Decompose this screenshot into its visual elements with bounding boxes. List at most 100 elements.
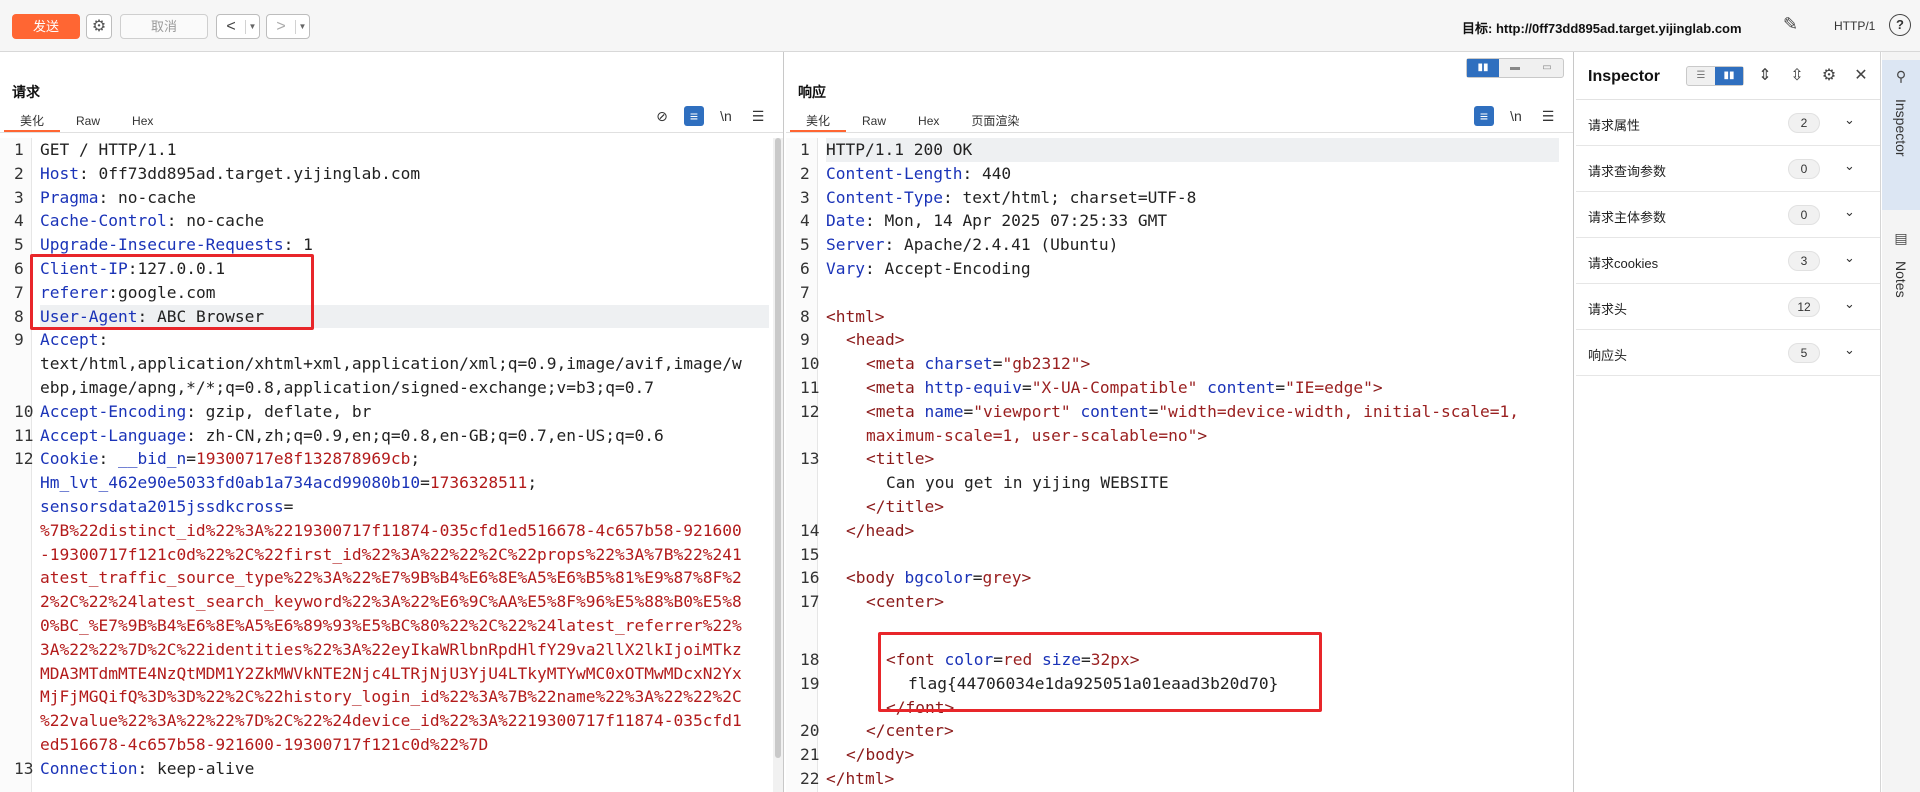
token: <title> (866, 449, 935, 469)
request-editor[interactable]: 1 GET / HTTP/1.1 2 Host: 0ff73dd895ad.targe… (0, 138, 773, 792)
token: ed516678-4c657b58-921600-19300717f121c0d… (40, 734, 489, 754)
wrap-lines-icon[interactable]: ≡ (1474, 106, 1494, 126)
inspector-section-row[interactable]: 请求主体参数 0 ⌄ (1576, 192, 1880, 238)
line-text: MDA3MTdmMTE4NzQtMDM1Y2ZkMWVkNTE2Njc4LTRj… (40, 662, 742, 686)
line-text: atest_traffic_source_type%22%3A%22%E7%9B… (40, 566, 742, 590)
hide-non-printable-icon[interactable]: ⊘ (652, 106, 672, 126)
chevron-down-icon[interactable]: ⌄ (1844, 250, 1855, 266)
line-number: 4 (800, 211, 810, 231)
request-scrollbar[interactable] (773, 138, 783, 792)
token: grey (982, 568, 1022, 588)
response-tab-raw[interactable]: Raw (846, 110, 902, 132)
token: "gb2312" (1002, 354, 1081, 374)
line-text: ed516678-4c657b58-921600-19300717f121c0d… (40, 733, 488, 757)
line-number: 9 (14, 330, 24, 350)
expand-all-icon[interactable]: ⇕ (1754, 65, 1776, 85)
layout-view-switch[interactable]: ▮▮ ▬ ▭ (1466, 58, 1564, 78)
token: http-equiv (924, 377, 1022, 397)
sidebar-tab-inspector[interactable]: ⚲ Inspector (1882, 60, 1920, 210)
send-button[interactable]: 发送 (12, 14, 80, 39)
wrap-lines-icon[interactable]: ≡ (684, 106, 704, 126)
token: <body (846, 568, 905, 588)
collapse-all-icon[interactable]: ⇳ (1786, 65, 1808, 85)
inspector-list-icon[interactable]: ☰ (1687, 67, 1715, 85)
code-line: maximum-scale=1, user-scalable=no"> (826, 424, 1559, 448)
forward-arrow-icon[interactable]: > (267, 18, 295, 36)
request-editor-tools: ⊘ ≡ \n ☰ (652, 106, 768, 126)
help-icon[interactable]: ? (1889, 14, 1911, 36)
response-tab-render[interactable]: 页面渲染 (955, 110, 1035, 132)
line-number: 3 (800, 187, 810, 207)
code-line: 9 Accept: (14, 328, 769, 352)
settings-gear-icon[interactable]: ⚙ (86, 14, 112, 39)
inspector-split-icon[interactable]: ▮▮ (1715, 67, 1743, 85)
token: <html> (826, 306, 885, 326)
code-line: 2 Host: 0ff73dd895ad.target.yijinglab.com (14, 162, 769, 186)
menu-icon[interactable]: ☰ (1538, 106, 1558, 126)
chevron-down-icon[interactable]: ⌄ (1844, 112, 1855, 128)
token: > (1197, 425, 1208, 445)
chevron-down-icon[interactable]: ⌄ (1844, 158, 1855, 174)
layout-tabs-icon[interactable]: ▭ (1531, 59, 1563, 77)
forward-nav-group[interactable]: > ▼ (266, 14, 310, 39)
line-text: %22value%22%3A%22%22%7D%2C%22%24device_i… (40, 709, 742, 733)
code-line: MDA3MTdmMTE4NzQtMDM1Y2ZkMWVkNTE2Njc4LTRj… (40, 662, 769, 686)
line-number: 6 (14, 258, 24, 278)
token: Date (826, 211, 865, 231)
layout-stacked-icon[interactable]: ▬ (1499, 59, 1531, 77)
line-number: 7 (800, 282, 810, 302)
inspector-section-label: 请求cookies (1588, 256, 1659, 271)
layout-side-by-side-icon[interactable]: ▮▮ (1467, 59, 1499, 77)
line-text: MjFjMGQifQ%3D%3D%22%2C%22history_login_i… (40, 685, 742, 709)
request-tab-pretty[interactable]: 美化 (4, 110, 61, 132)
line-text: Vary: Accept-Encoding (826, 257, 1031, 281)
inspector-section-row[interactable]: 响应头 5 ⌄ (1576, 330, 1880, 376)
menu-icon[interactable]: ☰ (748, 106, 768, 126)
request-tab-hex[interactable]: Hex (116, 110, 169, 132)
inspector-section-row[interactable]: 请求cookies 3 ⌄ (1576, 238, 1880, 284)
chevron-down-icon[interactable]: ⌄ (1844, 342, 1855, 358)
response-tab-pretty[interactable]: 美化 (790, 110, 847, 132)
inspector-section-count: 0 (1788, 159, 1820, 179)
back-dropdown-caret-icon[interactable]: ▼ (245, 19, 259, 34)
inspector-settings-gear-icon[interactable]: ⚙ (1818, 65, 1840, 85)
token: = (186, 449, 196, 469)
line-text (826, 543, 836, 567)
request-tab-raw[interactable]: Raw (60, 110, 116, 132)
request-scrollbar-thumb[interactable] (775, 138, 781, 758)
cancel-button[interactable]: 取消 (120, 14, 208, 39)
token: > (1372, 377, 1383, 397)
inspector-section-row[interactable]: 请求头 12 ⌄ (1576, 284, 1880, 330)
request-code[interactable]: 1 GET / HTTP/1.1 2 Host: 0ff73dd895ad.targe… (14, 138, 769, 781)
close-icon[interactable]: ✕ (1850, 65, 1872, 85)
inspector-layout-toggle[interactable]: ☰ ▮▮ (1686, 66, 1744, 86)
back-nav-group[interactable]: < ▼ (216, 14, 260, 39)
line-number: 10 (14, 401, 34, 421)
chevron-down-icon[interactable]: ⌄ (1844, 296, 1855, 312)
token: 0%BC_%E7%9B%B4%E6%8E%A5%E6%89%93%E5%BC%8… (40, 615, 742, 635)
token: <meta (866, 377, 925, 397)
inspector-section-row[interactable]: 请求查询参数 0 ⌄ (1576, 146, 1880, 192)
code-line: %7B%22distinct_id%22%3A%2219300717f11874… (40, 519, 769, 543)
sidebar-tab-notes[interactable]: ▤ Notes (1882, 222, 1920, 342)
inspector-section-row[interactable]: 请求属性 2 ⌄ (1576, 100, 1880, 146)
token: charset (924, 354, 993, 374)
code-line: 11 Accept-Language: zh-CN,zh;q=0.9,en;q=0… (14, 424, 769, 448)
back-arrow-icon[interactable]: < (217, 18, 245, 36)
line-number: 20 (800, 721, 820, 741)
newline-toggle-icon[interactable]: \n (1506, 106, 1526, 126)
line-number: 5 (800, 235, 810, 255)
response-tab-hex[interactable]: Hex (902, 110, 955, 132)
code-line: 13 Connection: keep-alive (14, 757, 769, 781)
chevron-down-icon[interactable]: ⌄ (1844, 204, 1855, 220)
edit-target-pencil-icon[interactable]: ✎ (1783, 14, 1798, 35)
newline-toggle-icon[interactable]: \n (716, 106, 736, 126)
http-version-selector[interactable]: HTTP/1 (1834, 19, 1875, 33)
line-text: Pragma: no-cache (40, 186, 196, 210)
inspector-tab-icon: ⚲ (1895, 68, 1907, 84)
token: = (1021, 377, 1032, 397)
request-tab-divider (0, 132, 783, 133)
forward-dropdown-caret-icon[interactable]: ▼ (295, 19, 309, 34)
token: Accept (40, 330, 99, 350)
line-text: Connection: keep-alive (40, 757, 254, 781)
